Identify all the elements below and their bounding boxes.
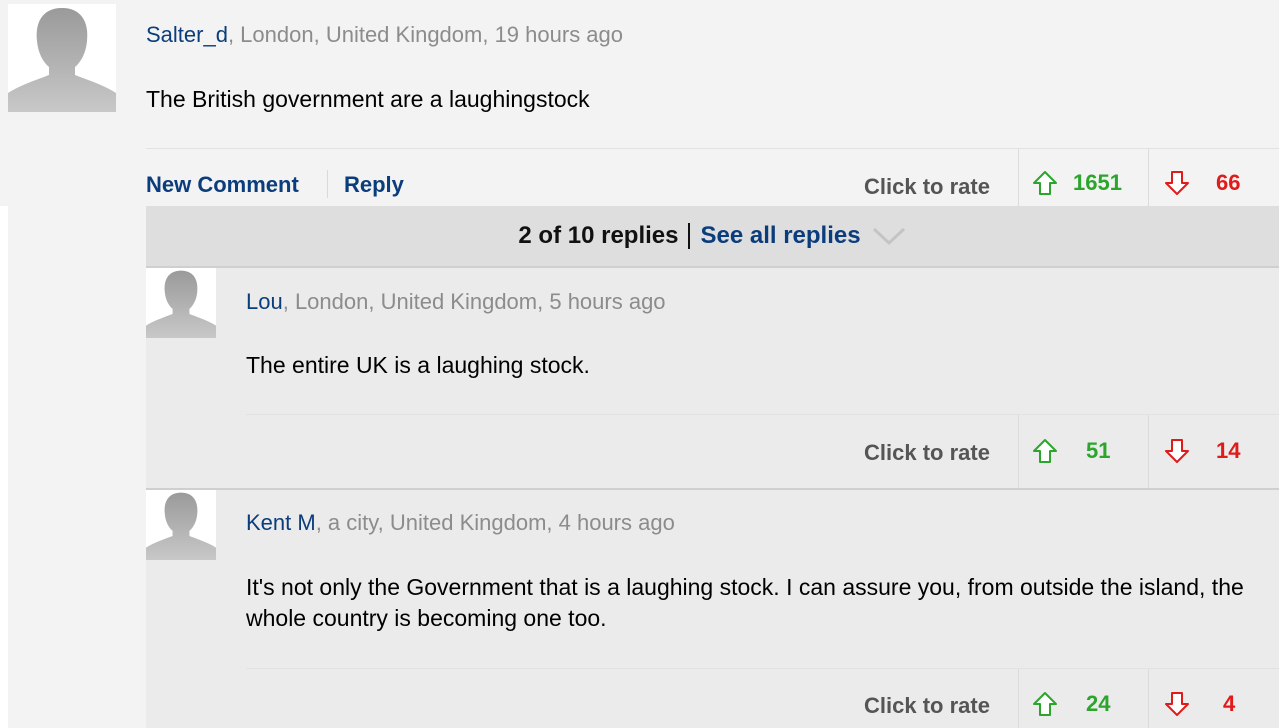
- reply-text: The entire UK is a laughing stock.: [246, 352, 590, 378]
- downvote-button[interactable]: 66: [1163, 169, 1240, 197]
- reply: Kent M, a city, United Kingdom, 4 hours …: [146, 490, 1279, 728]
- reply-author[interactable]: Lou: [246, 289, 283, 314]
- reply-meta: Lou, London, United Kingdom, 5 hours ago: [246, 289, 666, 315]
- default-avatar-icon[interactable]: [146, 268, 216, 338]
- downvote-button[interactable]: 14: [1163, 437, 1240, 465]
- replies-count: 2 of 10 replies: [518, 223, 691, 249]
- click-to-rate-label: Click to rate: [864, 693, 990, 718]
- downvote-button[interactable]: 4: [1163, 690, 1235, 718]
- comments-section: Salter_d, London, United Kingdom, 19 hou…: [0, 0, 1279, 728]
- arrow-up-icon: [1033, 439, 1057, 463]
- see-all-replies-link[interactable]: See all replies: [690, 222, 860, 250]
- arrow-up-icon: [1033, 171, 1057, 195]
- comment-meta: Salter_d, London, United Kingdom, 19 hou…: [146, 22, 623, 48]
- upvote-button[interactable]: 1651: [1031, 169, 1122, 197]
- comment-text: The British government are a laughingsto…: [146, 86, 590, 112]
- replies-bar: 2 of 10 replies See all replies: [146, 206, 1279, 268]
- new-comment-button[interactable]: New Comment: [146, 172, 299, 198]
- comment-author[interactable]: Salter_d: [146, 22, 228, 47]
- upvote-count: 51: [1086, 438, 1111, 463]
- rate-divider: [1018, 149, 1019, 206]
- reply-author[interactable]: Kent M: [246, 510, 316, 535]
- upvote-button[interactable]: 24: [1031, 690, 1110, 718]
- rate-divider: [1148, 669, 1149, 728]
- upvote-button[interactable]: 51: [1031, 437, 1110, 465]
- actions-separator: [327, 170, 328, 198]
- downvote-count: 66: [1216, 170, 1241, 195]
- chevron-down-icon[interactable]: [871, 225, 907, 247]
- reply-button[interactable]: Reply: [344, 172, 404, 198]
- click-to-rate-label: Click to rate: [864, 174, 990, 199]
- reply: Lou, London, United Kingdom, 5 hours ago…: [146, 268, 1279, 490]
- reply-meta: Kent M, a city, United Kingdom, 4 hours …: [246, 510, 675, 536]
- arrow-down-icon: [1165, 171, 1189, 195]
- default-avatar-icon[interactable]: [8, 4, 116, 112]
- upvote-count: 1651: [1073, 170, 1122, 195]
- arrow-down-icon: [1165, 692, 1189, 716]
- comment-location-time: , London, United Kingdom, 19 hours ago: [227, 22, 624, 47]
- arrow-down-icon: [1165, 439, 1189, 463]
- reply-actions-divider: [246, 414, 1279, 415]
- click-to-rate-label: Click to rate: [864, 440, 990, 465]
- comment: Salter_d, London, United Kingdom, 19 hou…: [0, 0, 1279, 206]
- reply-text: It's not only the Government that is a l…: [246, 574, 1244, 631]
- default-avatar-icon[interactable]: [146, 490, 216, 560]
- reply-actions-divider: [246, 668, 1279, 669]
- rate-divider: [1148, 149, 1149, 206]
- upvote-count: 24: [1086, 691, 1111, 716]
- rate-divider: [1148, 415, 1149, 488]
- reply-location-time: , a city, United Kingdom, 4 hours ago: [315, 510, 675, 535]
- reply-location-time: , London, United Kingdom, 5 hours ago: [282, 289, 666, 314]
- arrow-up-icon: [1033, 692, 1057, 716]
- downvote-count: 4: [1223, 691, 1236, 716]
- rate-divider: [1018, 669, 1019, 728]
- downvote-count: 14: [1216, 438, 1241, 463]
- comment-actions-divider: [146, 148, 1279, 149]
- rate-divider: [1018, 415, 1019, 488]
